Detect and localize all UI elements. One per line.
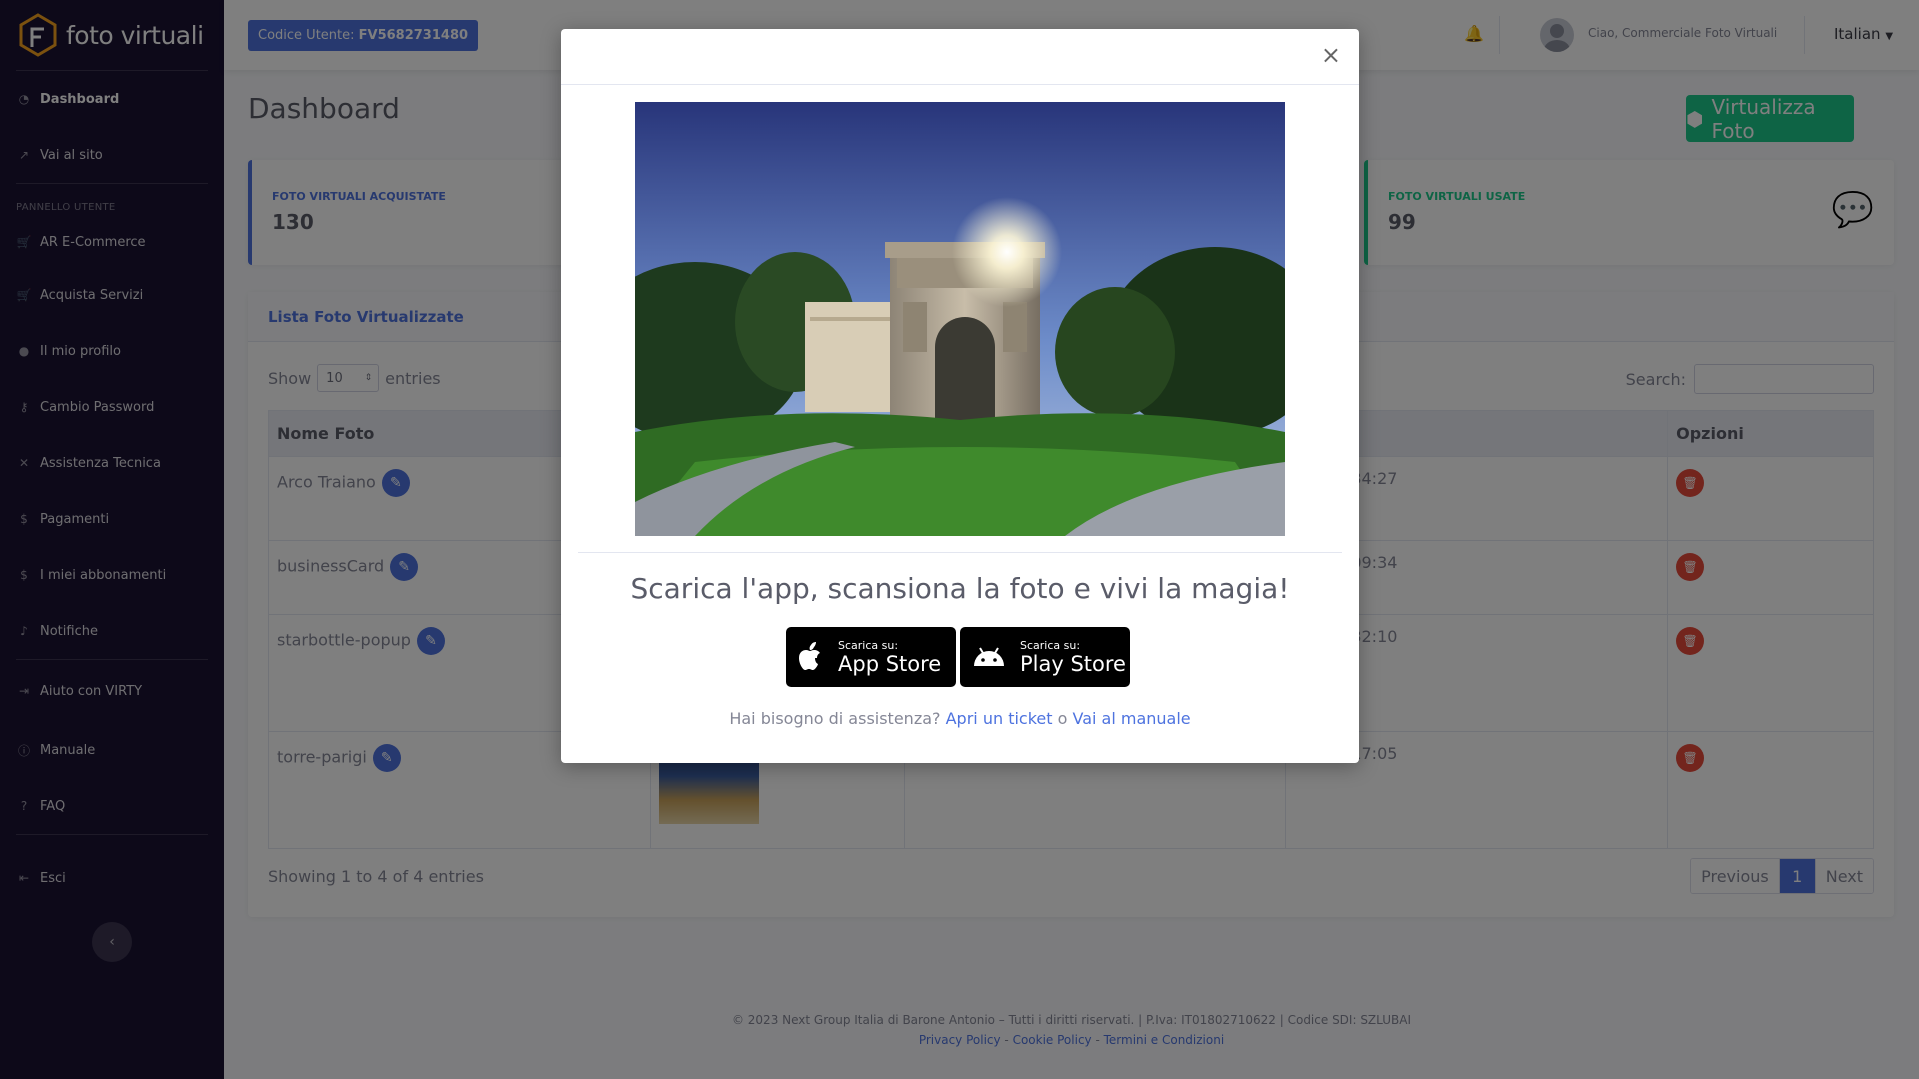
- manual-link[interactable]: Vai al manuale: [1073, 709, 1191, 728]
- android-icon: [974, 647, 1004, 666]
- play-store-button[interactable]: Scarica su: Play Store: [960, 627, 1130, 687]
- play-store-big: Play Store: [1020, 651, 1126, 676]
- close-icon[interactable]: ×: [1321, 43, 1341, 67]
- play-store-text: Scarica su: Play Store: [1020, 639, 1126, 676]
- modal-title: Scarica l'app, scansiona la foto e vivi …: [630, 572, 1290, 605]
- apple-icon: [799, 642, 820, 670]
- app-download-modal: × Scarica l'app, scansiona la foto e viv…: [561, 29, 1359, 763]
- app-store-small: Scarica su:: [838, 638, 899, 652]
- help-or: o: [1057, 709, 1068, 728]
- app-store-big: App Store: [838, 651, 942, 676]
- arco-traiano-photo: [635, 102, 1285, 536]
- assistance-text: Hai bisogno di assistenza? Apri un ticke…: [561, 709, 1359, 728]
- photo-illustration: [635, 102, 1285, 536]
- modal-header: ×: [561, 29, 1359, 85]
- help-prompt: Hai bisogno di assistenza?: [729, 709, 941, 728]
- modal-divider: [578, 552, 1342, 553]
- open-ticket-link[interactable]: Apri un ticket: [946, 709, 1053, 728]
- app-store-text: Scarica su: App Store: [838, 639, 941, 676]
- play-store-small: Scarica su:: [1020, 638, 1081, 652]
- store-buttons: Scarica su: App Store Scarica su: Play S…: [786, 627, 1130, 687]
- app-store-button[interactable]: Scarica su: App Store: [786, 627, 956, 687]
